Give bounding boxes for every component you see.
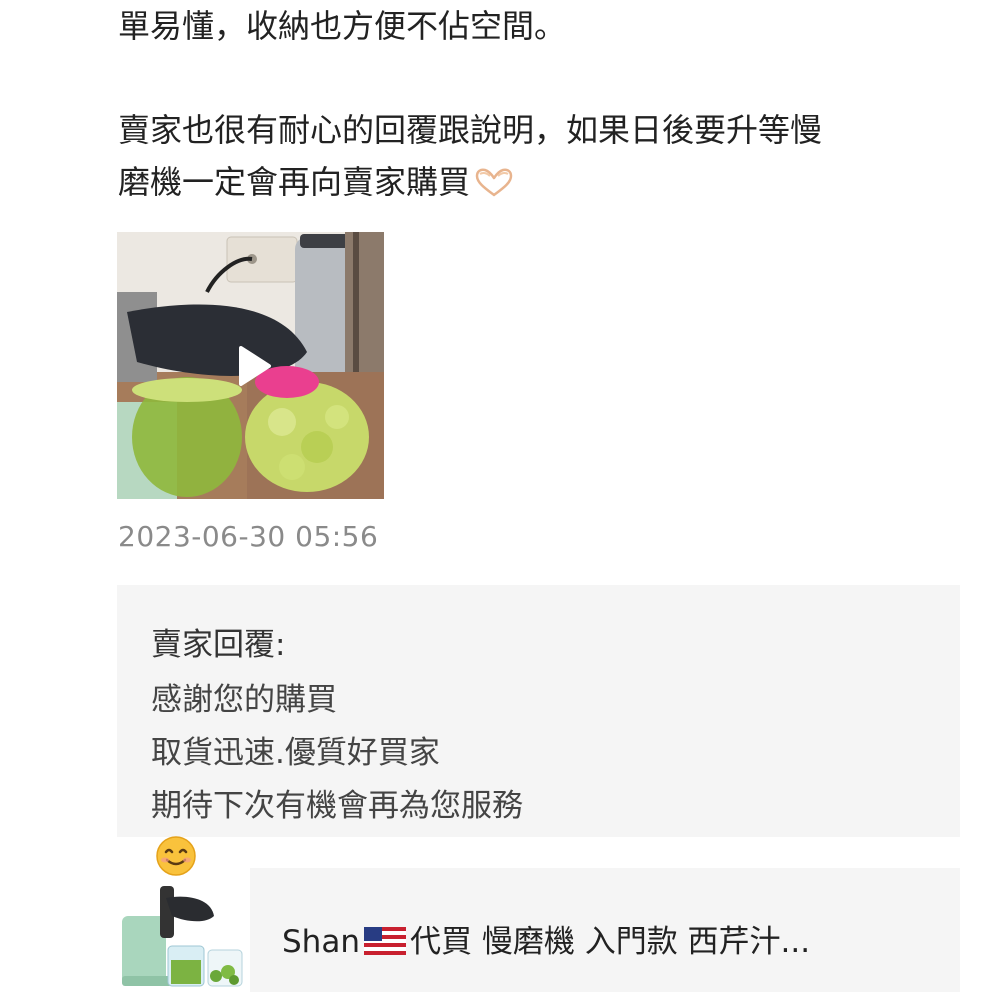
review-line-3: 賣家也很有耐心的回覆跟說明，如果日後要升等慢 (118, 111, 823, 149)
seller-reply-panel: 賣家回覆: 感謝您的購買 取貨迅速.優質好買家 期待下次有機會再為您服務 (117, 585, 960, 876)
review-line-1: 單易懂，收納也方便不佔空間。 (118, 7, 567, 45)
seller-reply-body: 感謝您的購買 取貨迅速.優質好買家 期待下次有機會再為您服務 (151, 674, 523, 886)
product-card[interactable]: Shan 代買 慢磨機 入門款 西芹汁... (116, 868, 960, 992)
review-line-blank (118, 52, 958, 104)
review-line-4: 磨機一定會再向賣家購買 (118, 156, 958, 208)
seller-reply-line: 感謝您的購買 (151, 682, 337, 718)
review-line-4-text: 磨機一定會再向賣家購買 (118, 163, 471, 201)
review-video-thumbnail[interactable] (117, 232, 384, 499)
review-text: 單易懂，收納也方便不佔空間。 賣家也很有耐心的回覆跟說明，如果日後要升等慢 磨機… (118, 0, 958, 208)
heart-hands-icon (474, 160, 514, 197)
product-title-prefix: Shan (282, 924, 360, 960)
product-info[interactable]: Shan 代買 慢磨機 入門款 西芹汁... (250, 868, 960, 992)
us-flag-icon (363, 927, 406, 955)
seller-reply-title: 賣家回覆: (151, 627, 286, 663)
product-thumbnail (116, 876, 246, 992)
seller-reply-line-text: 期待下次有機會再為您服務 (151, 788, 523, 824)
product-title[interactable]: Shan 代買 慢磨機 入門款 西芹汁... (282, 916, 810, 961)
play-icon[interactable] (219, 334, 283, 398)
product-title-suffix: 代買 慢磨機 入門款 西芹汁... (409, 924, 811, 960)
review-timestamp: 2023-06-30 05:56 (118, 520, 379, 553)
seller-reply-line: 取貨迅速.優質好買家 (151, 735, 440, 771)
